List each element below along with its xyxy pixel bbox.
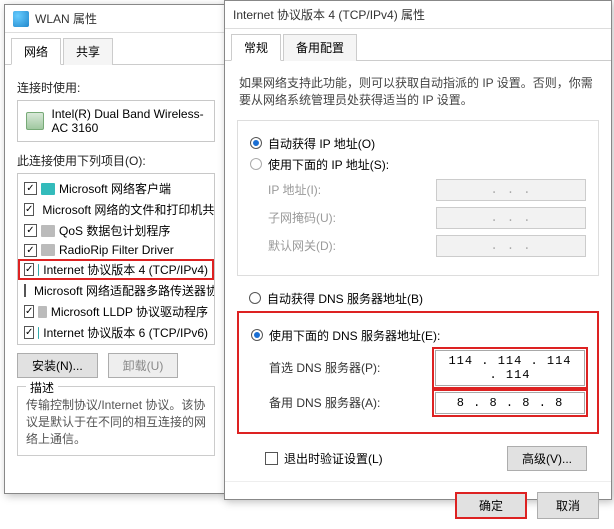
item-label: Internet 协议版本 6 (TCP/IPv6) bbox=[43, 324, 208, 341]
list-item[interactable]: ✓ QoS 数据包计划程序 bbox=[18, 220, 214, 241]
ip-address-row: IP 地址(I): . . . bbox=[268, 179, 586, 201]
tab-alternate[interactable]: 备用配置 bbox=[283, 34, 357, 61]
ipv4-tabs: 常规 备用配置 bbox=[225, 29, 611, 61]
component-icon bbox=[38, 306, 46, 318]
checkbox-icon[interactable]: ✓ bbox=[24, 263, 34, 276]
items-label: 此连接使用下列项目(O): bbox=[17, 152, 215, 169]
wlan-tabs: 网络 共享 bbox=[5, 33, 227, 65]
ip-settings-group: 自动获得 IP 地址(O) 使用下面的 IP 地址(S): IP 地址(I): … bbox=[237, 120, 599, 276]
adapter-name: Intel(R) Dual Band Wireless-AC 3160 bbox=[52, 107, 206, 135]
preferred-dns-label: 首选 DNS 服务器(P): bbox=[269, 359, 435, 376]
radio-manual-ip[interactable]: 使用下面的 IP 地址(S): bbox=[250, 156, 586, 173]
radio-icon bbox=[250, 137, 262, 149]
item-label: Internet 协议版本 4 (TCP/IPv4) bbox=[43, 261, 208, 278]
network-icon bbox=[13, 11, 29, 27]
item-label: Microsoft 网络适配器多路传送器协议 bbox=[34, 282, 215, 299]
checkbox-icon[interactable]: ✓ bbox=[24, 244, 37, 257]
install-button[interactable]: 安装(N)... bbox=[17, 353, 98, 378]
wlan-content: 连接时使用: Intel(R) Dual Band Wireless-AC 31… bbox=[5, 65, 227, 464]
items-list[interactable]: ✓Microsoft 网络客户端 ✓Microsoft 网络的文件和打印机共享 … bbox=[17, 173, 215, 345]
subnet-label: 子网掩码(U): bbox=[268, 209, 436, 226]
radio-icon bbox=[249, 292, 261, 304]
checkbox-icon[interactable]: ✓ bbox=[24, 224, 37, 237]
item-label: Microsoft 网络的文件和打印机共享 bbox=[42, 201, 215, 218]
item-label: Microsoft 网络客户端 bbox=[59, 180, 171, 197]
validate-row: 退出时验证设置(L) 高级(V)... bbox=[237, 440, 599, 473]
list-item[interactable]: ✓ Microsoft 网络客户端 bbox=[18, 178, 214, 199]
gateway-row: 默认网关(D): . . . bbox=[268, 235, 586, 257]
subnet-input: . . . bbox=[436, 207, 586, 229]
alternate-dns-input[interactable]: 8 . 8 . 8 . 8 bbox=[435, 392, 585, 414]
radio-manual-dns[interactable]: 使用下面的 DNS 服务器地址(E): bbox=[251, 327, 585, 344]
subnet-row: 子网掩码(U): . . . bbox=[268, 207, 586, 229]
nic-icon bbox=[26, 112, 44, 130]
item-label: RadioRip Filter Driver bbox=[59, 243, 174, 257]
component-icon bbox=[41, 183, 55, 195]
checkbox-icon[interactable] bbox=[24, 284, 26, 297]
protocol-icon bbox=[38, 264, 39, 276]
advanced-button[interactable]: 高级(V)... bbox=[507, 446, 587, 471]
uninstall-button[interactable]: 卸载(U) bbox=[108, 353, 179, 378]
preferred-dns-row: 首选 DNS 服务器(P): 114 . 114 . 114 . 114 bbox=[269, 350, 585, 386]
checkbox-icon[interactable]: ✓ bbox=[24, 326, 34, 339]
ipv4-titlebar: Internet 协议版本 4 (TCP/IPv4) 属性 bbox=[225, 1, 611, 29]
component-icon bbox=[41, 244, 55, 256]
tab-general[interactable]: 常规 bbox=[231, 34, 281, 61]
item-label: Microsoft LLDP 协议驱动程序 bbox=[51, 303, 208, 320]
radio-auto-dns[interactable]: 自动获得 DNS 服务器地址(B) bbox=[249, 290, 599, 307]
description-group: 描述 传输控制协议/Internet 协议。该协议是默认于在不同的相互连接的网络… bbox=[17, 386, 215, 456]
ip-address-label: IP 地址(I): bbox=[268, 181, 436, 198]
gateway-label: 默认网关(D): bbox=[268, 237, 436, 254]
dns-settings-group: 使用下面的 DNS 服务器地址(E): 首选 DNS 服务器(P): 114 .… bbox=[237, 311, 599, 434]
list-item[interactable]: ✓ Microsoft 网络的文件和打印机共享 bbox=[18, 199, 214, 220]
ip-address-input: . . . bbox=[436, 179, 586, 201]
radio-label: 自动获得 IP 地址(O) bbox=[268, 135, 375, 152]
dialog-buttons: 确定 取消 bbox=[225, 481, 611, 529]
alternate-dns-label: 备用 DNS 服务器(A): bbox=[269, 394, 435, 411]
validate-checkbox[interactable] bbox=[265, 452, 278, 465]
radio-auto-ip[interactable]: 自动获得 IP 地址(O) bbox=[250, 135, 586, 152]
list-item[interactable]: Microsoft 网络适配器多路传送器协议 bbox=[18, 280, 214, 301]
ipv4-content: 如果网络支持此功能，则可以获取自动指派的 IP 设置。否则，你需要从网络系统管理… bbox=[225, 61, 611, 481]
radio-label: 使用下面的 IP 地址(S): bbox=[268, 156, 389, 173]
checkbox-icon[interactable]: ✓ bbox=[24, 305, 34, 318]
ipv4-title: Internet 协议版本 4 (TCP/IPv4) 属性 bbox=[233, 6, 603, 23]
radio-icon bbox=[251, 329, 263, 341]
description-text: 传输控制协议/Internet 协议。该协议是默认于在不同的相互连接的网络上通信… bbox=[26, 397, 206, 447]
tab-sharing[interactable]: 共享 bbox=[63, 38, 113, 65]
radio-label: 自动获得 DNS 服务器地址(B) bbox=[267, 290, 423, 307]
adapter-field: Intel(R) Dual Band Wireless-AC 3160 bbox=[17, 100, 215, 142]
preferred-dns-input[interactable]: 114 . 114 . 114 . 114 bbox=[435, 350, 585, 386]
cancel-button[interactable]: 取消 bbox=[537, 492, 599, 519]
wlan-titlebar: WLAN 属性 bbox=[5, 5, 227, 33]
connect-using-label: 连接时使用: bbox=[17, 79, 215, 96]
list-item-ipv4[interactable]: ✓ Internet 协议版本 4 (TCP/IPv4) bbox=[18, 259, 214, 280]
ipv4-properties-window: Internet 协议版本 4 (TCP/IPv4) 属性 常规 备用配置 如果… bbox=[224, 0, 612, 500]
description-title: 描述 bbox=[26, 379, 58, 396]
radio-icon bbox=[250, 158, 262, 170]
radio-label: 使用下面的 DNS 服务器地址(E): bbox=[269, 327, 440, 344]
alternate-dns-row: 备用 DNS 服务器(A): 8 . 8 . 8 . 8 bbox=[269, 392, 585, 414]
item-buttons: 安装(N)... 卸载(U) bbox=[17, 353, 215, 378]
list-item[interactable]: ✓ RadioRip Filter Driver bbox=[18, 241, 214, 259]
ok-button[interactable]: 确定 bbox=[455, 492, 527, 519]
item-label: QoS 数据包计划程序 bbox=[59, 222, 170, 239]
checkbox-icon[interactable]: ✓ bbox=[24, 182, 37, 195]
tab-network[interactable]: 网络 bbox=[11, 38, 61, 65]
list-item[interactable]: ✓ Microsoft LLDP 协议驱动程序 bbox=[18, 301, 214, 322]
checkbox-icon[interactable]: ✓ bbox=[24, 203, 34, 216]
gateway-input: . . . bbox=[436, 235, 586, 257]
component-icon bbox=[41, 225, 55, 237]
ipv4-intro: 如果网络支持此功能，则可以获取自动指派的 IP 设置。否则，你需要从网络系统管理… bbox=[239, 75, 597, 110]
list-item[interactable]: ✓ Internet 协议版本 6 (TCP/IPv6) bbox=[18, 322, 214, 343]
wlan-properties-window: WLAN 属性 网络 共享 连接时使用: Intel(R) Dual Band … bbox=[4, 4, 228, 494]
protocol-icon bbox=[38, 327, 39, 339]
wlan-title: WLAN 属性 bbox=[35, 10, 219, 27]
validate-label: 退出时验证设置(L) bbox=[284, 450, 383, 467]
